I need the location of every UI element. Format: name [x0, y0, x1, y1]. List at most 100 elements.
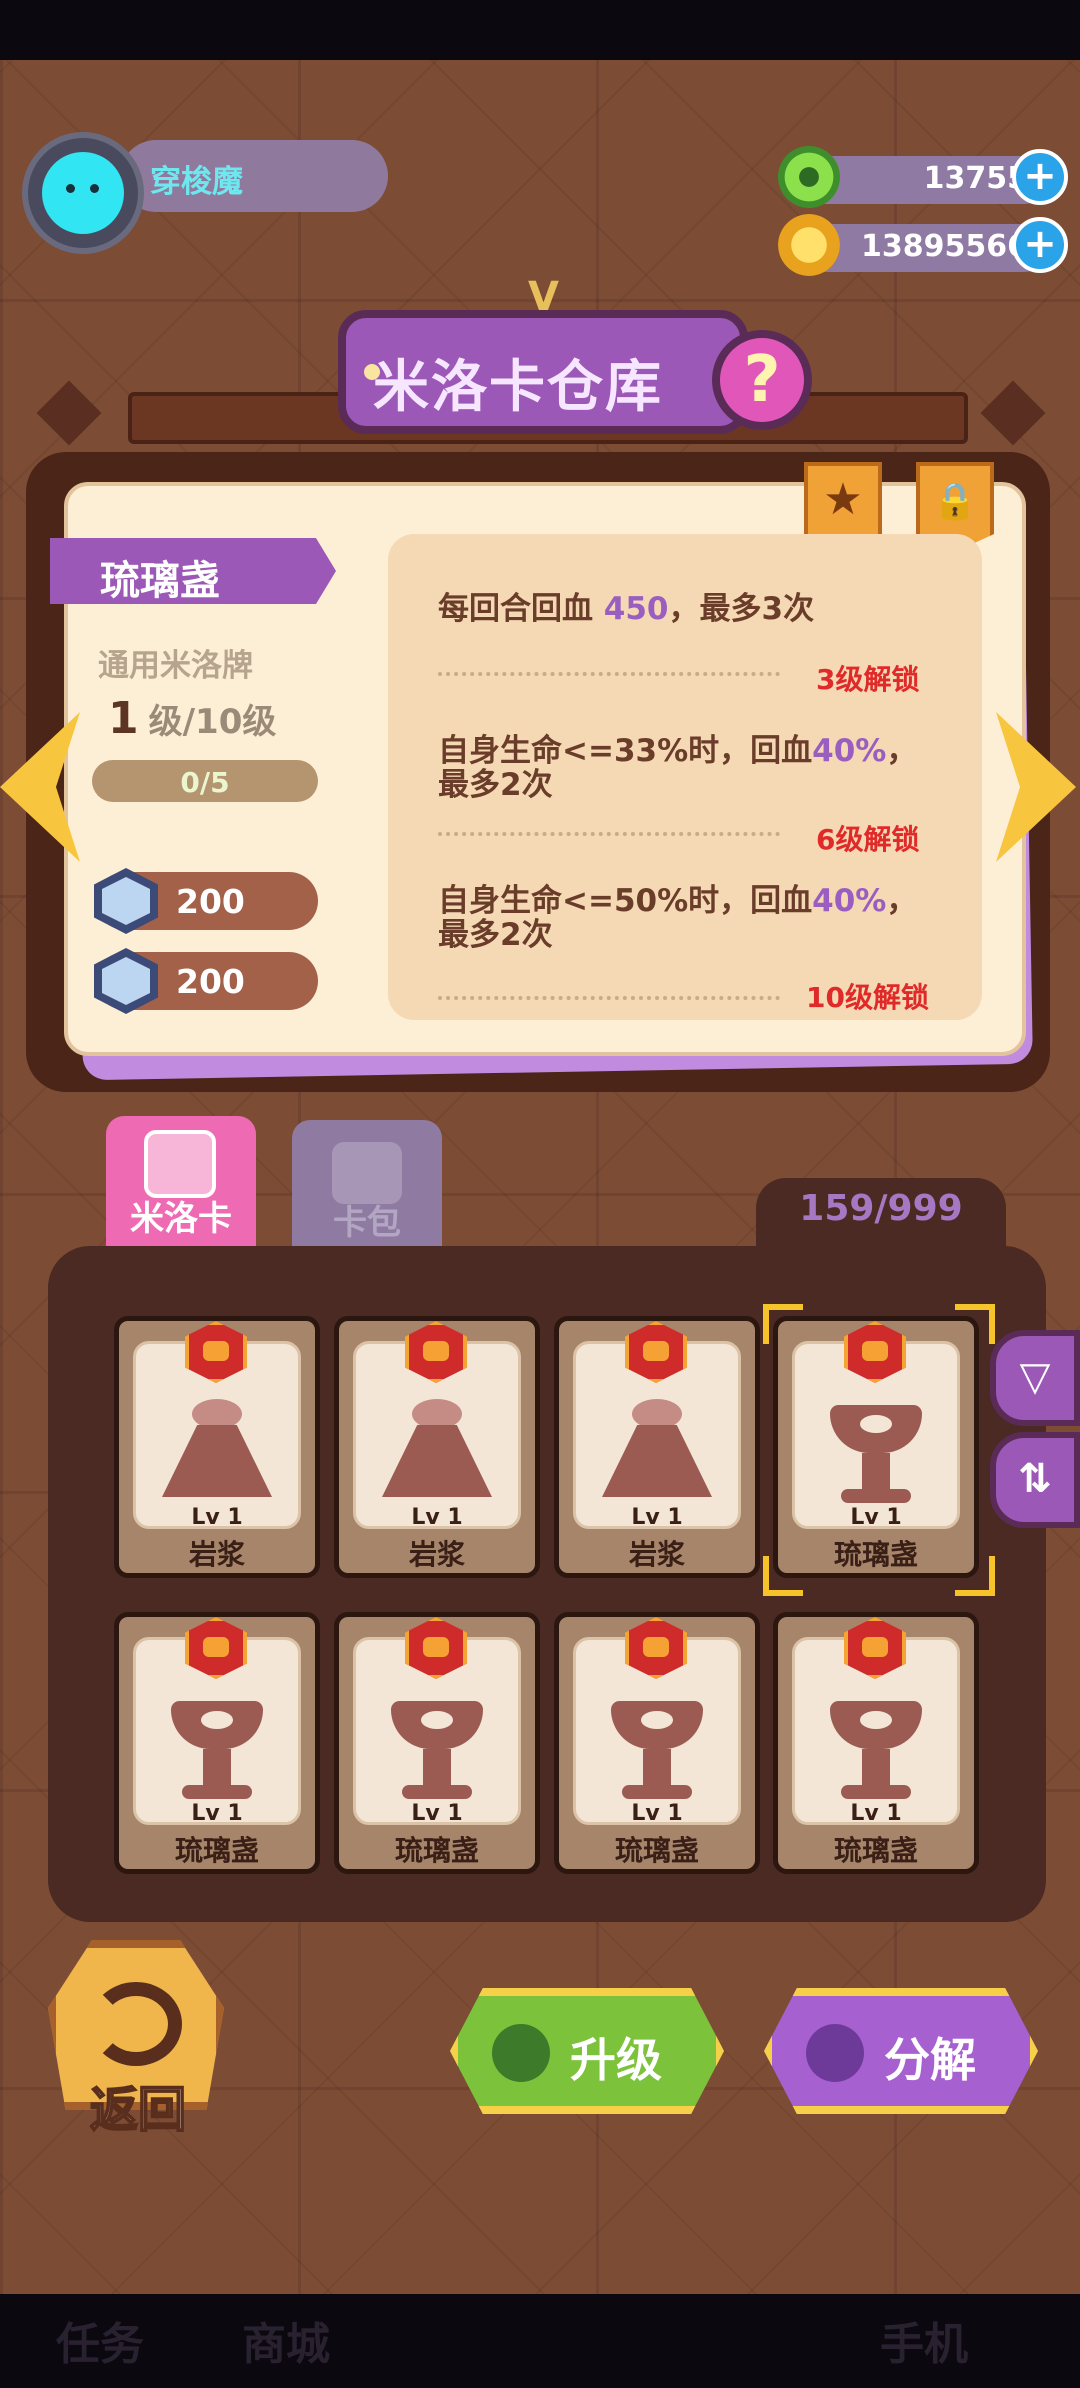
decompose-label: 分解	[884, 2033, 976, 2087]
filter-button[interactable]: ▽	[990, 1330, 1080, 1426]
inventory-card-slot[interactable]: Lv 1 琉璃盏	[773, 1316, 979, 1578]
card-name: 琉璃盏	[614, 1834, 699, 1867]
cup-icon	[830, 1701, 922, 1801]
page-title: 米洛卡仓库	[373, 355, 663, 420]
chevron-right-icon	[996, 712, 1076, 862]
card-name: 琉璃盏	[174, 1834, 259, 1867]
card-level: 1 级/10级	[108, 693, 276, 744]
star-icon: ★	[823, 474, 863, 525]
player-name-pill[interactable]: 穿梭魔	[120, 140, 388, 212]
level-suffix: 级/10级	[148, 702, 277, 742]
level-number: 1	[108, 693, 139, 744]
back-label: 返回	[89, 2081, 187, 2139]
cat-avatar-icon	[42, 152, 124, 234]
inventory-card-slot[interactable]: Lv 1 岩浆	[114, 1316, 320, 1578]
selection-corner	[955, 1556, 995, 1596]
cup-icon	[830, 1405, 922, 1505]
avatar-eye	[66, 184, 75, 193]
card-level: Lv 1	[411, 1801, 463, 1826]
inventory-card-slot[interactable]: Lv 1 琉璃盏	[334, 1612, 540, 1874]
tab-label: 卡包	[333, 1203, 401, 1243]
card-level: Lv 1	[191, 1801, 243, 1826]
nav-shop[interactable]: 商城	[242, 2308, 330, 2372]
sort-icon: ⇅	[1018, 1456, 1052, 1502]
prev-card-button[interactable]	[0, 712, 80, 862]
card-icon	[144, 1130, 216, 1198]
nav-task[interactable]: 任务	[56, 2308, 144, 2372]
stat-value: 200	[176, 962, 245, 1001]
coin-value: 13895566	[861, 229, 1028, 264]
volcano-icon	[382, 1399, 492, 1505]
tab-milo-card[interactable]: 米洛卡	[106, 1116, 256, 1246]
divider	[438, 672, 780, 676]
card-level: Lv 1	[411, 1505, 463, 1530]
card-count: 159/999	[756, 1178, 1006, 1248]
card-count-text: 159/999	[799, 1188, 963, 1229]
inventory-card-slot[interactable]: Lv 1 琉璃盏	[114, 1612, 320, 1874]
bottom-nav: 任务 商城 手机	[0, 2294, 1080, 2388]
unlock-label: 10级解锁	[806, 981, 929, 1014]
currency-gem: 13755 +	[778, 146, 1068, 208]
card-level: Lv 1	[631, 1801, 683, 1826]
card-name: 琉璃盏	[833, 1834, 918, 1867]
avatar-eye	[90, 184, 99, 193]
inventory-card-slot[interactable]: Lv 1 琉璃盏	[773, 1612, 979, 1874]
cup-icon	[611, 1701, 703, 1801]
skills-panel: 每回合回血 450，最多3次 3级解锁 自身生命<=33%时，回血40%，最多2…	[388, 534, 982, 1020]
status-bar	[0, 0, 1080, 60]
filter-icon: ▽	[1019, 1354, 1051, 1400]
card-level: Lv 1	[631, 1505, 683, 1530]
card-name: 琉璃盏	[100, 558, 220, 604]
stat-value: 200	[176, 882, 245, 921]
gold-coin-icon	[778, 214, 840, 276]
tab-card-pack[interactable]: 卡包	[292, 1120, 442, 1250]
help-button[interactable]: ?	[712, 330, 812, 430]
skill-text: 每回合回血 450，最多3次	[438, 591, 815, 627]
card-name: 岩浆	[628, 1538, 685, 1571]
card-level: Lv 1	[191, 1505, 243, 1530]
card-name-tag: 琉璃盏	[50, 538, 336, 604]
card-level: Lv 1	[850, 1801, 902, 1826]
unlock-label: 6级解锁	[816, 823, 920, 856]
stat-row: 200	[94, 948, 318, 1014]
green-gem-icon	[778, 146, 840, 208]
nav-phone[interactable]: 手机	[880, 2308, 968, 2372]
progress-bar: 0/5	[92, 760, 318, 802]
cup-icon	[391, 1701, 483, 1801]
add-gem-button[interactable]: +	[1012, 149, 1068, 205]
skill-text: 自身生命<=50%时，回血40%，最多2次	[438, 883, 918, 953]
selection-corner	[763, 1304, 803, 1344]
card-type: 通用米洛牌	[98, 648, 253, 684]
inventory-card-slot[interactable]: Lv 1 岩浆	[554, 1316, 760, 1578]
lock-icon: 🔒	[932, 481, 978, 522]
close-icon	[806, 2024, 864, 2082]
up-arrow-icon	[492, 2024, 550, 2082]
card-name: 岩浆	[408, 1538, 465, 1571]
card-name: 琉璃盏	[833, 1538, 918, 1571]
upgrade-label: 升级	[570, 2033, 662, 2087]
title-banner: 米洛卡仓库	[338, 310, 748, 434]
unlock-label: 3级解锁	[816, 663, 920, 696]
add-coin-button[interactable]: +	[1012, 217, 1068, 273]
sort-button[interactable]: ⇅	[990, 1432, 1080, 1528]
avatar[interactable]	[22, 132, 144, 254]
divider	[438, 832, 780, 836]
player-name: 穿梭魔	[150, 164, 243, 200]
divider	[438, 996, 780, 1000]
selection-corner	[763, 1556, 803, 1596]
inventory-card-slot[interactable]: Lv 1 岩浆	[334, 1316, 540, 1578]
upgrade-button[interactable]: 升级	[450, 1988, 724, 2114]
tab-label: 米洛卡	[130, 1199, 232, 1239]
inventory-card-slot[interactable]: Lv 1 琉璃盏	[554, 1612, 760, 1874]
cup-icon	[171, 1701, 263, 1801]
volcano-icon	[602, 1399, 712, 1505]
next-card-button[interactable]	[996, 712, 1076, 862]
chevron-left-icon	[0, 712, 80, 862]
card-level: Lv 1	[850, 1505, 902, 1530]
card-name: 岩浆	[188, 1538, 245, 1571]
decompose-button[interactable]: 分解	[764, 1988, 1038, 2114]
progress-text: 0/5	[180, 766, 230, 799]
currency-coin: 13895566 +	[778, 214, 1068, 276]
card-name: 琉璃盏	[394, 1834, 479, 1867]
stat-row: 200	[94, 868, 318, 934]
